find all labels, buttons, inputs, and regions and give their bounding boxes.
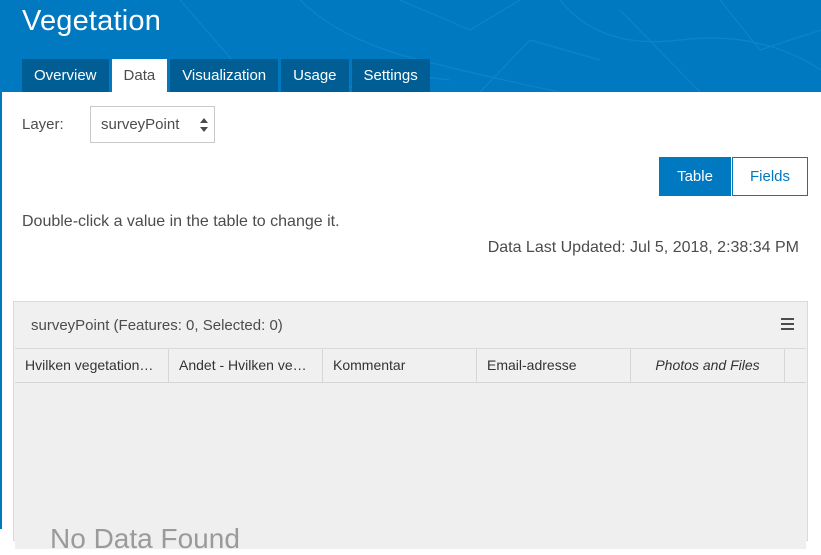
- tab-visualization[interactable]: Visualization: [170, 59, 279, 92]
- tab-overview[interactable]: Overview: [22, 59, 109, 92]
- column-header[interactable]: Email-adresse: [477, 349, 631, 382]
- layer-label: Layer:: [22, 116, 64, 133]
- fields-view-button[interactable]: Fields: [732, 157, 808, 196]
- table-menu-icon[interactable]: [781, 318, 794, 332]
- edit-hint: Double-click a value in the table to cha…: [22, 213, 340, 230]
- no-data-message: No Data Found: [50, 523, 240, 554]
- grid-header: Hvilken vegetationstype Andet - Hvilken …: [15, 349, 806, 383]
- tab-bar: Overview Data Visualization Usage Settin…: [22, 59, 433, 92]
- table-title: surveyPoint (Features: 0, Selected: 0): [31, 317, 283, 334]
- data-grid: Hvilken vegetationstype Andet - Hvilken …: [15, 348, 806, 554]
- table-view-button[interactable]: Table: [659, 157, 731, 196]
- column-header[interactable]: Hvilken vegetationstype: [15, 349, 169, 382]
- page-title: Vegetation: [22, 5, 162, 37]
- select-arrows-icon: [200, 118, 208, 132]
- last-updated: Data Last Updated: Jul 5, 2018, 2:38:34 …: [487, 239, 799, 256]
- page-header: Vegetation Overview Data Visualization U…: [0, 0, 821, 92]
- tab-usage[interactable]: Usage: [281, 59, 349, 92]
- column-header[interactable]: Kommentar: [323, 349, 477, 382]
- tab-data[interactable]: Data: [111, 59, 168, 92]
- data-table-panel: surveyPoint (Features: 0, Selected: 0) H…: [13, 301, 808, 554]
- column-header[interactable]: Andet - Hvilken vegetationstype: [169, 349, 323, 382]
- tab-settings[interactable]: Settings: [351, 59, 430, 92]
- left-border: [0, 92, 2, 529]
- layer-select[interactable]: surveyPoint: [90, 106, 215, 143]
- layer-select-value: surveyPoint: [101, 116, 180, 133]
- column-header[interactable]: Photos and Files: [631, 349, 785, 382]
